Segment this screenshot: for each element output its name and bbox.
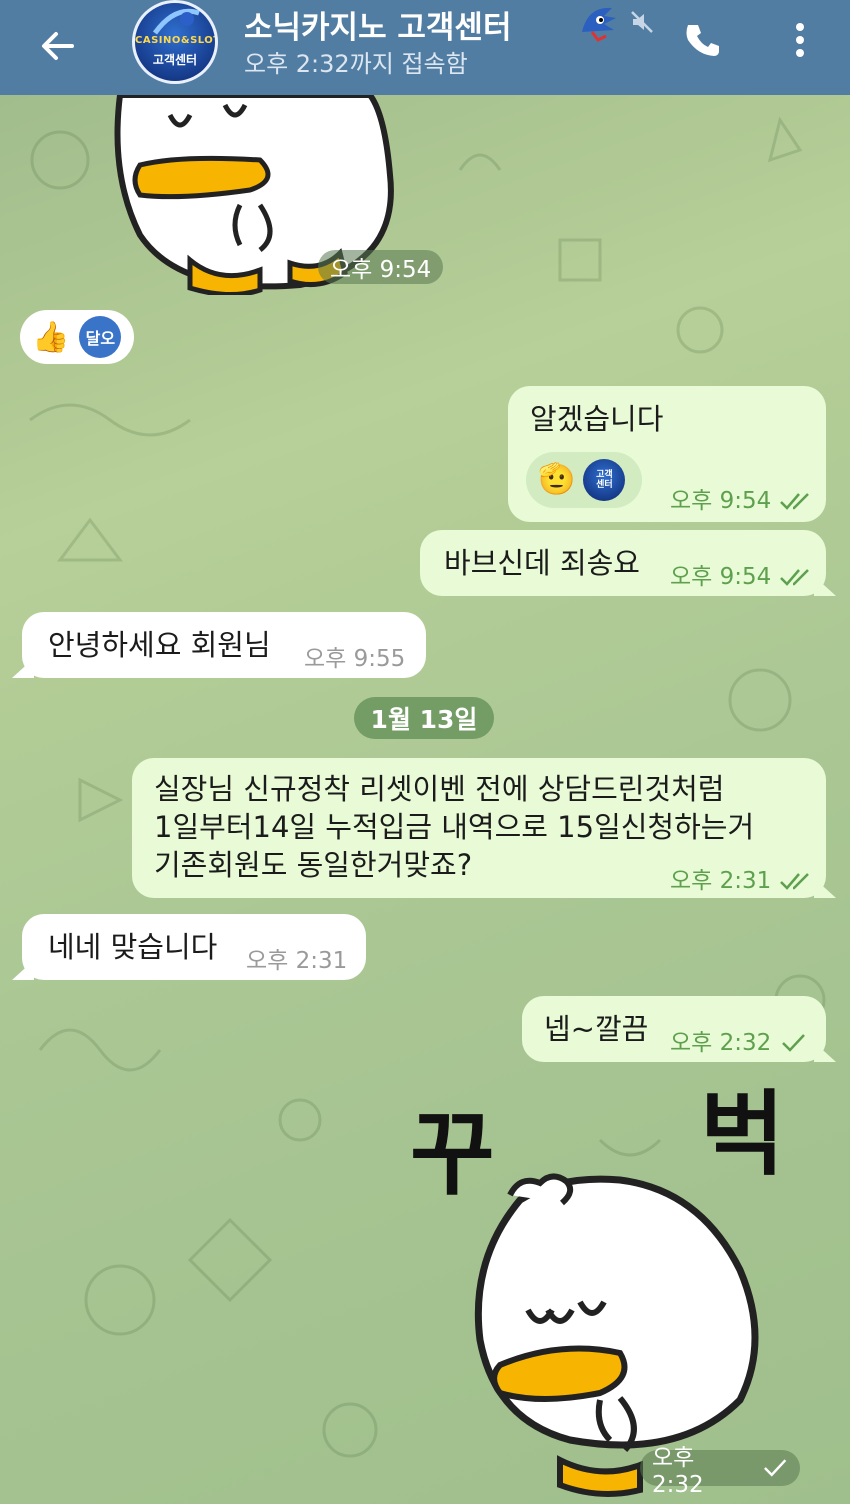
call-button[interactable] [678,16,726,64]
message-bubble-in[interactable]: 네네 맞습니다 오후 2:31 [22,914,366,980]
date-divider: 1월 13일 [354,697,494,739]
message-text: 바브신데 죄송요 [444,546,640,580]
message-line: 1일부터14일 누적입금 내역으로 15일신청하는거 [154,810,755,844]
message-time: 오후 2:31 [670,868,772,894]
message-meta: 오후 9:55 [304,640,405,678]
reactor-avatar: 고객 센터 [583,459,626,501]
message-line: 기존회원도 동일한거맞죠? [154,848,473,882]
message-meta: 오후 2:31 [246,942,347,980]
message-time: 오후 9:54 [670,564,772,590]
message-text: 실장님 신규정착 리셋이벤 전에 상담드린것처럼 1일부터14일 누적입금 내역… [154,770,754,884]
message-bubble-out[interactable]: 넵~깔끔 오후 2:32 [522,996,826,1062]
back-button[interactable] [30,18,86,74]
sticker2-time: 오후 2:32 [640,1445,800,1498]
sonic-logo-icon [152,8,200,35]
message-bubble-out[interactable]: 바브신데 죄송요 오후 9:54 [420,530,826,596]
duck-sticker-bow[interactable]: 꾸 벅 [400,1080,830,1500]
message-bubble-out[interactable]: 실장님 신규정착 리셋이벤 전에 상담드린것처럼 1일부터14일 누적입금 내역… [132,758,826,898]
single-check-icon [782,1034,806,1052]
sticker2-time-text: 오후 2:32 [652,1445,704,1498]
phone-icon [686,25,719,56]
message-meta: 오후 2:31 [670,862,815,900]
message-text: 네네 맞습니다 [48,930,218,964]
reaction-chip[interactable]: 🫡 고객 센터 [526,452,642,508]
more-vertical-icon [796,23,804,57]
chat-header: CASINO&SLOT 고객센터 소닉카지노 고객센터 오후 2:32까지 접속… [0,0,850,95]
message-time: 오후 2:31 [246,948,348,974]
reactor-avatar: 달오 [79,316,122,358]
chat-status: 오후 2:32까지 접속함 [244,50,468,78]
message-meta: 오후 9:54 [670,482,815,520]
reaction-chip[interactable]: 👍 달오 [20,310,134,364]
double-check-icon [780,873,810,890]
message-bubble-in[interactable]: 안녕하세요 회원님 오후 9:55 [22,612,426,678]
double-check-icon [780,569,810,586]
message-text: 안녕하세요 회원님 [48,628,271,662]
single-check-icon [763,1459,786,1477]
message-bubble-out[interactable]: 알겠습니다 🫡 고객 센터 오후 9:54 [508,386,826,522]
salute-face-icon: 🫡 [538,462,576,497]
duck-drawing [474,1173,759,1497]
message-text: 넵~깔끔 [544,1012,649,1046]
message-time: 오후 2:32 [670,1030,772,1056]
mute-icon [631,11,653,33]
sticker1-time: 오후 9:54 [318,250,444,284]
message-line: 실장님 신규정착 리셋이벤 전에 상담드린것처럼 [154,772,725,806]
message-text: 알겠습니다 [530,402,664,436]
chat-avatar[interactable]: CASINO&SLOT 고객센터 [132,0,218,84]
thumbs-up-icon: 👍 [32,319,70,355]
sonic-character-icon [582,7,616,42]
message-time: 오후 9:54 [670,488,772,514]
message-meta: 오후 2:32 [670,1024,807,1062]
message-meta: 오후 9:54 [670,558,815,596]
message-time: 오후 9:55 [304,646,406,672]
chat-title[interactable]: 소닉카지노 고객센터 [244,2,556,47]
avatar-line2: 고객센터 [152,53,198,67]
arrow-left-icon [42,32,74,60]
more-button[interactable] [780,16,820,64]
sticker1-time-text: 오후 9:54 [330,257,432,283]
double-check-icon [780,493,810,510]
avatar-line1: CASINO&SLOT [135,35,218,46]
